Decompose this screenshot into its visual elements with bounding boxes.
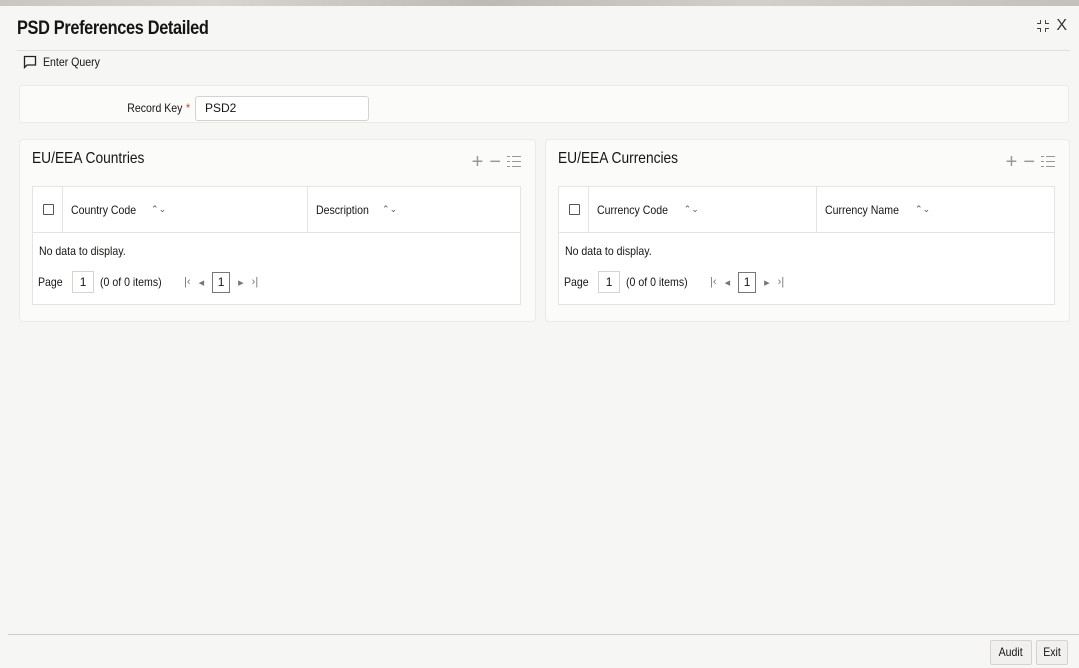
currencies-table: Currency Code ⌃⌄ Currency Name ⌃⌄ No dat… bbox=[558, 186, 1055, 305]
currencies-panel: EU/EEA Currencies + − Currency Code ⌃⌄ C… bbox=[545, 139, 1070, 322]
next-page-icon[interactable]: ▸ bbox=[764, 276, 770, 289]
required-indicator: * bbox=[185, 101, 191, 115]
last-page-icon[interactable]: ›| bbox=[778, 276, 785, 288]
exit-label: Exit bbox=[1043, 645, 1061, 659]
items-count: (0 of 0 items) bbox=[626, 275, 688, 289]
header-banner bbox=[0, 0, 1079, 6]
prev-page-icon[interactable]: ◂ bbox=[199, 276, 205, 289]
column-label: Description bbox=[316, 202, 369, 217]
prev-page-icon[interactable]: ◂ bbox=[725, 276, 731, 289]
plus-icon[interactable]: + bbox=[1006, 152, 1018, 172]
shrink-icon[interactable] bbox=[1036, 19, 1050, 33]
empty-message: No data to display. bbox=[565, 244, 652, 258]
first-page-icon[interactable]: |‹ bbox=[184, 276, 191, 288]
page-label: Page bbox=[564, 275, 589, 289]
column-country-code[interactable]: Country Code ⌃⌄ bbox=[62, 187, 307, 232]
minus-icon[interactable]: − bbox=[489, 152, 501, 172]
table-header: Country Code ⌃⌄ Description ⌃⌄ bbox=[33, 187, 520, 233]
audit-button[interactable]: Audit bbox=[990, 640, 1032, 665]
column-label: Currency Name bbox=[825, 202, 899, 217]
list-icon[interactable] bbox=[1041, 154, 1055, 170]
minus-icon[interactable]: − bbox=[1023, 152, 1035, 172]
pagination: Page 1 (0 of 0 items) |‹ ◂ 1 ▸ ›| bbox=[564, 271, 784, 293]
page-input[interactable]: 1 bbox=[598, 271, 621, 293]
window-controls: X bbox=[1036, 18, 1067, 34]
page-nav: |‹ ◂ 1 ▸ ›| bbox=[710, 271, 785, 293]
countries-panel-title: EU/EEA Countries bbox=[32, 150, 145, 167]
next-page-icon[interactable]: ▸ bbox=[238, 276, 244, 289]
table-header: Currency Code ⌃⌄ Currency Name ⌃⌄ bbox=[559, 187, 1054, 233]
currencies-panel-tools: + − bbox=[1006, 152, 1055, 172]
current-page-button[interactable]: 1 bbox=[738, 271, 757, 293]
list-icon[interactable] bbox=[507, 154, 521, 170]
currencies-panel-title: EU/EEA Currencies bbox=[558, 150, 679, 167]
sort-icon[interactable]: ⌃⌄ bbox=[382, 204, 397, 215]
sort-icon[interactable]: ⌃⌄ bbox=[915, 204, 930, 215]
page-input[interactable]: 1 bbox=[72, 271, 95, 293]
column-currency-code[interactable]: Currency Code ⌃⌄ bbox=[588, 187, 816, 232]
exit-button[interactable]: Exit bbox=[1036, 640, 1068, 665]
footer-divider bbox=[8, 634, 1079, 635]
page-nav: |‹ ◂ 1 ▸ ›| bbox=[184, 271, 259, 293]
countries-table: Country Code ⌃⌄ Description ⌃⌄ No data t… bbox=[32, 186, 521, 305]
close-icon[interactable]: X bbox=[1056, 18, 1067, 34]
audit-label: Audit bbox=[998, 645, 1024, 659]
column-label: Currency Code bbox=[597, 202, 669, 217]
record-key-label-text: Record Key bbox=[127, 101, 183, 115]
items-count: (0 of 0 items) bbox=[100, 275, 162, 289]
column-label: Country Code bbox=[71, 202, 137, 217]
pagination: Page 1 (0 of 0 items) |‹ ◂ 1 ▸ ›| bbox=[38, 271, 258, 293]
column-description[interactable]: Description ⌃⌄ bbox=[307, 187, 520, 232]
last-page-icon[interactable]: ›| bbox=[252, 276, 259, 288]
sort-icon[interactable]: ⌃⌄ bbox=[684, 204, 699, 215]
enter-query-label: Enter Query bbox=[43, 55, 100, 69]
select-all-checkbox[interactable] bbox=[569, 204, 580, 215]
page-title: PSD Preferences Detailed bbox=[17, 18, 209, 39]
countries-panel-tools: + − bbox=[472, 152, 521, 172]
empty-message: No data to display. bbox=[39, 244, 126, 258]
column-currency-name[interactable]: Currency Name ⌃⌄ bbox=[816, 187, 1054, 232]
first-page-icon[interactable]: |‹ bbox=[710, 276, 717, 288]
sort-icon[interactable]: ⌃⌄ bbox=[151, 204, 166, 215]
title-divider bbox=[17, 50, 1070, 51]
current-page-button[interactable]: 1 bbox=[212, 271, 231, 293]
record-key-input[interactable]: PSD2 bbox=[195, 96, 369, 121]
chat-bubble-icon bbox=[23, 55, 37, 69]
select-all-checkbox[interactable] bbox=[43, 204, 54, 215]
record-key-label: Record Key * bbox=[24, 101, 198, 115]
page-label: Page bbox=[38, 275, 63, 289]
plus-icon[interactable]: + bbox=[472, 152, 484, 172]
countries-panel: EU/EEA Countries + − Country Code ⌃⌄ Des… bbox=[19, 139, 536, 322]
enter-query-button[interactable]: Enter Query bbox=[23, 55, 108, 69]
